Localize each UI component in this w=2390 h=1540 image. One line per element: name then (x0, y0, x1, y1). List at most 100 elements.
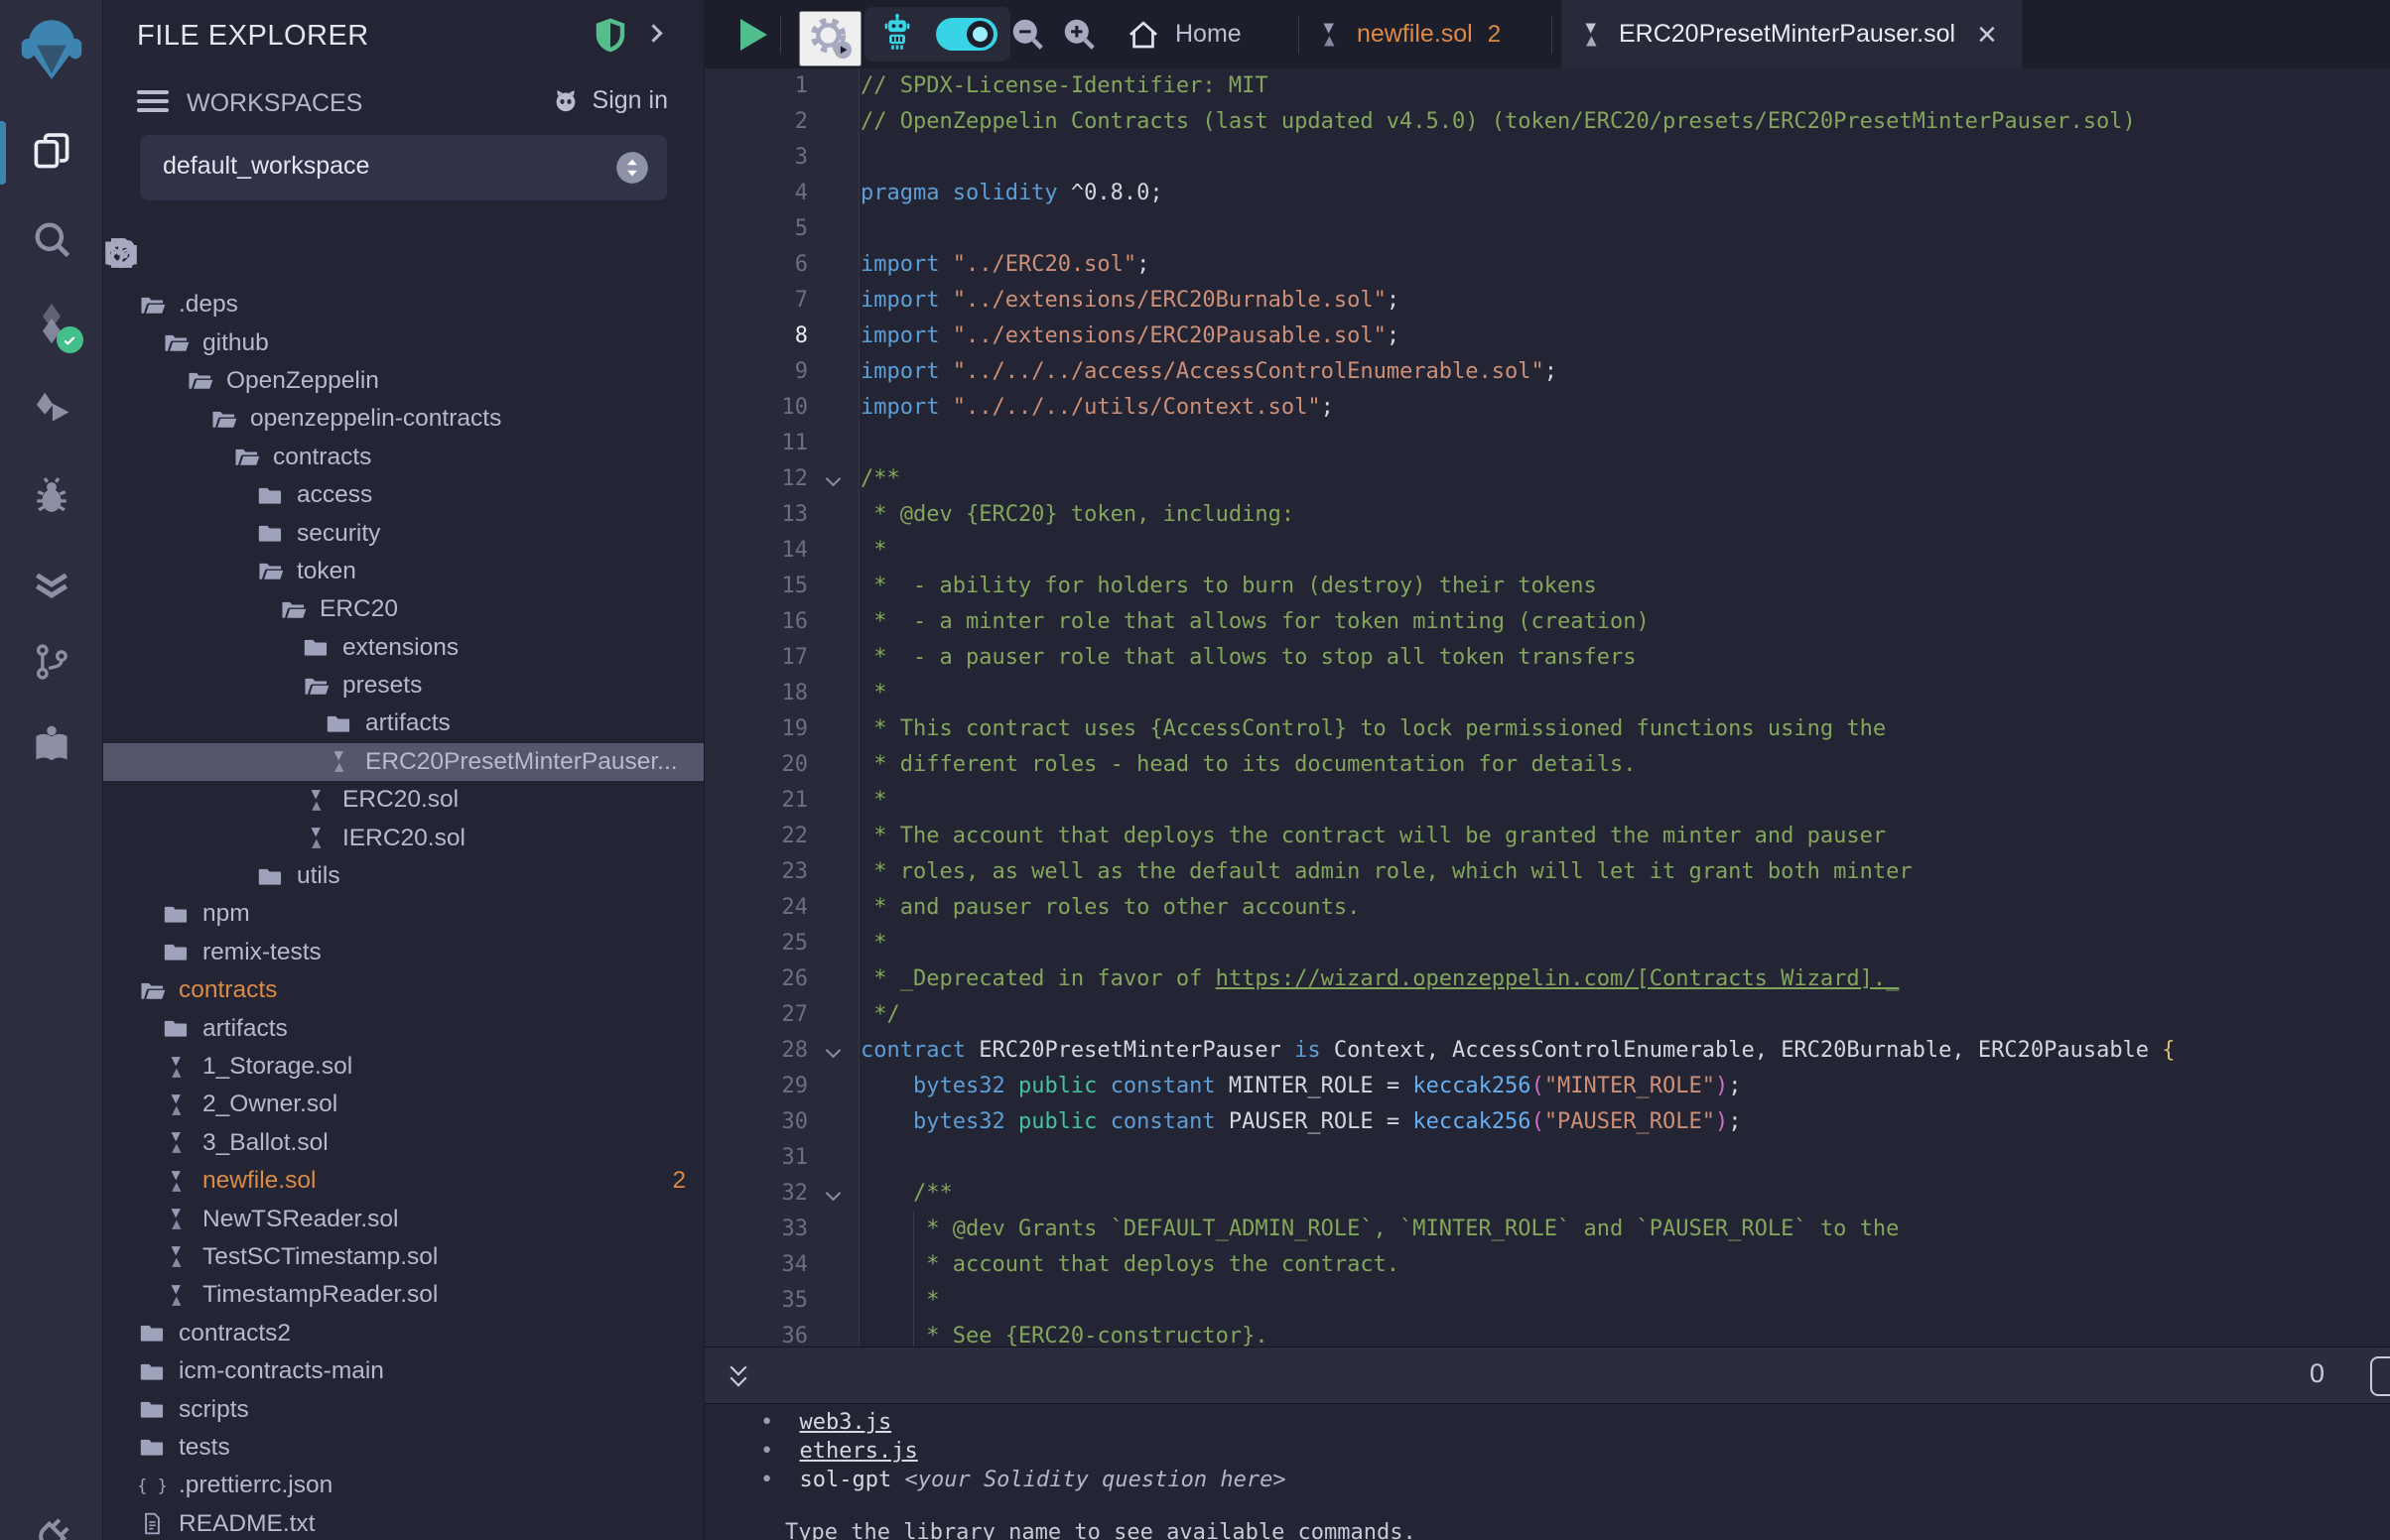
terminal-list-item[interactable]: web3.js (705, 1408, 2390, 1437)
tree-item[interactable]: artifacts (103, 1009, 704, 1047)
fold-chevron-icon[interactable] (808, 1176, 861, 1212)
tree-item[interactable]: extensions (103, 629, 704, 667)
close-tab-icon[interactable] (1977, 18, 1997, 52)
github-sign-in-button[interactable]: Sign in (549, 85, 668, 115)
tab-erc20presetminterpauser-sol[interactable]: ERC20PresetMinterPauser.sol (1561, 0, 2022, 68)
fold-chevron-icon[interactable] (808, 1033, 861, 1069)
tree-item[interactable]: contracts2 (103, 1315, 704, 1352)
tree-item[interactable]: token (103, 553, 704, 590)
fold-chevron-icon[interactable] (808, 1319, 861, 1347)
fold-chevron-icon[interactable] (808, 68, 861, 104)
fold-chevron-icon[interactable] (808, 533, 861, 569)
fold-chevron-icon[interactable] (808, 426, 861, 461)
deploy-and-run-icon[interactable] (30, 388, 73, 432)
fold-chevron-icon[interactable] (808, 1140, 861, 1176)
tree-item[interactable]: IERC20.sol (103, 819, 704, 856)
tree-item[interactable]: remix-tests (103, 934, 704, 971)
fold-chevron-icon[interactable] (808, 747, 861, 783)
tab-home[interactable]: Home (1126, 0, 1242, 68)
file-explorer-icon[interactable] (30, 129, 73, 173)
fold-chevron-icon[interactable] (808, 497, 861, 533)
tree-item[interactable]: NewTSReader.sol (103, 1200, 704, 1237)
unit-testing-icon[interactable] (30, 562, 73, 605)
fold-chevron-icon[interactable] (808, 176, 861, 211)
tree-item[interactable]: newfile.sol 2 (103, 1162, 704, 1200)
tree-item[interactable]: TestSCTimestamp.sol (103, 1238, 704, 1276)
solidity-compiler-icon[interactable] (29, 301, 74, 346)
tree-item[interactable]: .deps (103, 286, 704, 323)
fold-chevron-icon[interactable] (808, 676, 861, 711)
search-icon[interactable] (30, 217, 73, 261)
tree-item[interactable]: icm-contracts-main (103, 1352, 704, 1390)
tree-item[interactable]: 3_Ballot.sol (103, 1124, 704, 1162)
ai-copilot-robot-icon[interactable] (876, 13, 918, 60)
fold-chevron-icon[interactable] (808, 819, 861, 854)
fold-chevron-icon[interactable] (808, 1212, 861, 1247)
fold-chevron-icon[interactable] (808, 890, 861, 926)
code-area[interactable]: 1 // SPDX-License-Identifier: MIT 2 // O… (705, 68, 2390, 1347)
fold-chevron-icon[interactable] (808, 604, 861, 640)
workspace-select[interactable]: default_workspace (140, 135, 667, 200)
zoom-in-icon[interactable] (1060, 15, 1098, 56)
tree-item[interactable]: .prettierrc.json (103, 1467, 704, 1504)
fold-chevron-icon[interactable] (808, 569, 861, 604)
fold-chevron-icon[interactable] (808, 140, 861, 176)
tree-item[interactable]: scripts (103, 1390, 704, 1428)
explorer-toolbar-icon[interactable] (103, 235, 139, 274)
tree-item[interactable]: utils (103, 857, 704, 895)
fold-chevron-icon[interactable] (808, 854, 861, 890)
fold-chevron-icon[interactable] (808, 962, 861, 997)
tree-item[interactable]: contracts (103, 971, 704, 1009)
run-settings-gear-icon[interactable] (799, 11, 862, 66)
fold-chevron-icon[interactable] (808, 1069, 861, 1104)
tree-item[interactable]: README.txt (103, 1505, 704, 1540)
fold-chevron-icon[interactable] (808, 104, 861, 140)
fold-chevron-icon[interactable] (808, 1283, 861, 1319)
tree-item[interactable]: 2_Owner.sol (103, 1086, 704, 1123)
fold-chevron-icon[interactable] (808, 211, 861, 247)
fold-chevron-icon[interactable] (808, 354, 861, 390)
tree-item[interactable]: security (103, 514, 704, 552)
tree-item[interactable]: ERC20 (103, 590, 704, 628)
tree-item[interactable]: artifacts (103, 705, 704, 742)
tree-item[interactable]: OpenZeppelin (103, 362, 704, 400)
terminal-search-input[interactable] (2370, 1356, 2390, 1396)
fold-chevron-icon[interactable] (808, 283, 861, 319)
tree-item[interactable]: 1_Storage.sol (103, 1048, 704, 1086)
tree-item[interactable]: ERC20PresetMinterPauser... (103, 743, 704, 781)
fold-chevron-icon[interactable] (808, 926, 861, 962)
fold-chevron-icon[interactable] (808, 319, 861, 354)
git-branch-icon[interactable] (30, 640, 73, 684)
tree-item[interactable]: access (103, 476, 704, 514)
tree-item[interactable]: openzeppelin-contracts (103, 400, 704, 438)
debugger-bug-icon[interactable] (30, 473, 73, 517)
fold-chevron-icon[interactable] (808, 783, 861, 819)
fold-chevron-icon[interactable] (808, 390, 861, 426)
plugin-manager-plug-icon[interactable] (28, 1512, 75, 1540)
tree-item[interactable]: contracts (103, 439, 704, 476)
terminal-list-item[interactable]: sol-gpt <your Solidity question here> (705, 1466, 2390, 1494)
tab-newfile-sol[interactable]: newfile.sol 2 (1314, 0, 1501, 68)
tree-item[interactable]: TimestampReader.sol (103, 1276, 704, 1314)
tree-item[interactable]: tests (103, 1429, 704, 1467)
tree-item[interactable]: ERC20.sol (103, 781, 704, 819)
fold-chevron-icon[interactable] (808, 461, 861, 497)
zoom-out-icon[interactable] (1008, 15, 1046, 56)
tree-item[interactable]: presets (103, 667, 704, 705)
fold-chevron-icon[interactable] (808, 711, 861, 747)
ai-copilot-toggle[interactable] (936, 18, 997, 51)
fold-chevron-icon[interactable] (808, 247, 861, 283)
tree-item[interactable]: github (103, 323, 704, 361)
run-script-play-button[interactable] (740, 19, 767, 51)
chevron-right-icon[interactable] (644, 24, 662, 42)
workspaces-menu-icon[interactable] (137, 90, 169, 117)
expand-terminal-double-chevron-icon[interactable] (725, 1359, 756, 1393)
fold-chevron-icon[interactable] (808, 1247, 861, 1283)
fold-chevron-icon[interactable] (808, 1104, 861, 1140)
tree-item[interactable]: npm (103, 895, 704, 933)
learneth-book-icon[interactable] (30, 723, 73, 767)
fold-chevron-icon[interactable] (808, 640, 861, 676)
json-file-icon (139, 1473, 166, 1499)
terminal-list-item[interactable]: ethers.js (705, 1437, 2390, 1466)
fold-chevron-icon[interactable] (808, 997, 861, 1033)
